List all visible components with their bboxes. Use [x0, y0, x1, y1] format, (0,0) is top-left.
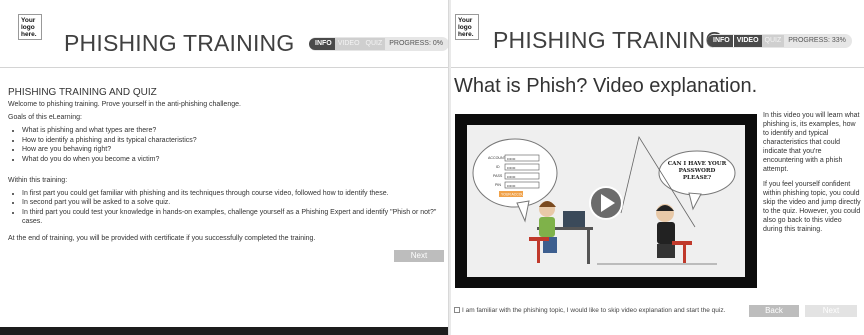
- heading-text: PHISHING TRAINING AND QUIZ: [8, 87, 157, 98]
- list-item: What is phishing and what types are ther…: [22, 126, 440, 135]
- bottom-bar: [0, 327, 448, 335]
- victim-body: [539, 217, 555, 237]
- next-button[interactable]: Next: [805, 305, 857, 317]
- logo-line: logo: [21, 24, 35, 31]
- laptop: [563, 211, 585, 227]
- header: Your logo here. PHISHING TRAINING INFO VI…: [451, 0, 864, 68]
- within-heading: Within this training:: [8, 176, 68, 184]
- tab-video[interactable]: VIDEO: [334, 38, 363, 50]
- progress-label: PROGRESS: 33%: [788, 37, 846, 44]
- goals-list: What is phishing and what types are ther…: [22, 126, 440, 164]
- logo: Your logo here.: [18, 14, 42, 40]
- skip-checkbox[interactable]: [454, 307, 460, 313]
- video-screen: Your logo here. PHISHING TRAINING INFO VI…: [451, 0, 864, 335]
- list-item: How to identify a phishing and its typic…: [22, 136, 440, 145]
- description-paragraph: If you feel yourself confident within ph…: [763, 181, 861, 233]
- description-paragraph: In this video you will learn what phishi…: [763, 112, 860, 173]
- video-illustration: ACCOUNT # ID PASS PIN •••••• •••••• ••••…: [472, 135, 736, 265]
- list-item: In second part you will be asked to a so…: [22, 198, 440, 207]
- tab-quiz[interactable]: QUIZ: [362, 38, 386, 50]
- desk-leg: [587, 230, 590, 264]
- tab-info[interactable]: INFO: [707, 35, 733, 47]
- progress-indicator: INFO VIDEO QUIZ PROGRESS: 0%: [309, 37, 448, 51]
- page-title: PHISHING TRAINING: [493, 27, 724, 53]
- logo-line: Your: [21, 17, 36, 24]
- page-title: PHISHING TRAINING: [64, 30, 295, 56]
- next-button[interactable]: Next: [394, 250, 444, 262]
- chair-leg: [537, 241, 540, 263]
- tab-info[interactable]: INFO: [309, 38, 335, 50]
- tab-quiz[interactable]: QUIZ: [761, 35, 785, 47]
- tab-video[interactable]: VIDEO: [732, 35, 762, 47]
- closing-text: At the end of training, you will be prov…: [8, 234, 316, 242]
- progress-indicator: INFO VIDEO QUIZ PROGRESS: 33%: [707, 34, 852, 48]
- info-screen: Your logo here. PHISHING TRAINING INFO VI…: [0, 0, 449, 335]
- form-mask: ••••••: [507, 174, 516, 179]
- hacker-body: [657, 222, 675, 244]
- logo-line: logo: [458, 24, 472, 31]
- speech-bubble-tail: [688, 192, 702, 211]
- logo-line: Your: [458, 17, 473, 24]
- list-item: In first part you could get familiar wit…: [22, 189, 440, 198]
- list-item: In third part you could test your knowle…: [22, 208, 440, 226]
- hacker-hair: [656, 205, 674, 211]
- form-submit-label: YOUR ACCOUNT: [501, 193, 528, 197]
- hacker-legs: [657, 244, 675, 258]
- floor-line: [597, 263, 717, 265]
- speech-text-box: CAN I HAVE YOUR PASSWORD PLEASE?: [667, 161, 727, 181]
- form-field-label: PASS: [493, 174, 503, 178]
- progress-label: PROGRESS: 0%: [389, 40, 443, 47]
- video-description: In this video you will learn what phishi…: [763, 111, 861, 240]
- skip-label: I am familiar with the phishing topic, I…: [462, 307, 726, 314]
- form-mask: ••••••: [507, 183, 516, 188]
- form-mask: ••••••: [507, 156, 516, 161]
- form-field-label: ID: [496, 165, 500, 169]
- video-frame: ACCOUNT # ID PASS PIN •••••• •••••• ••••…: [467, 125, 745, 277]
- intro-text: Welcome to phishing training. Prove your…: [8, 101, 241, 108]
- logo: Your logo here.: [455, 14, 479, 40]
- form-bubble-tail: [516, 200, 530, 223]
- logo-line: here.: [21, 31, 37, 38]
- skip-video-option[interactable]: I am familiar with the phishing topic, I…: [454, 307, 725, 314]
- victim-hair: [539, 201, 556, 207]
- video-player[interactable]: ACCOUNT # ID PASS PIN •••••• •••••• ••••…: [455, 114, 757, 288]
- form-mask: ••••••: [507, 165, 516, 170]
- speech-text: CAN I HAVE YOUR PASSWORD PLEASE?: [667, 161, 727, 181]
- chair-seat: [529, 237, 549, 241]
- intro-content: PHISHING TRAINING AND QUIZ Welcome to ph…: [8, 82, 440, 247]
- chair-leg: [683, 245, 686, 263]
- goals-heading: Goals of this eLearning:: [8, 114, 82, 121]
- logo-line: here.: [458, 31, 474, 38]
- chair-seat: [672, 241, 692, 245]
- within-list: In first part you could get familiar wit…: [22, 189, 440, 226]
- header: Your logo here. PHISHING TRAINING INFO VI…: [0, 0, 448, 68]
- list-item: What do you do when you become a victim?: [22, 155, 440, 164]
- video-heading: What is Phish? Video explanation.: [454, 75, 758, 97]
- back-button[interactable]: Back: [749, 305, 799, 317]
- list-item: How are you behaving right?: [22, 145, 440, 154]
- section-heading: PHISHING TRAINING AND QUIZ: [8, 87, 440, 98]
- form-field-label: PIN: [495, 183, 501, 187]
